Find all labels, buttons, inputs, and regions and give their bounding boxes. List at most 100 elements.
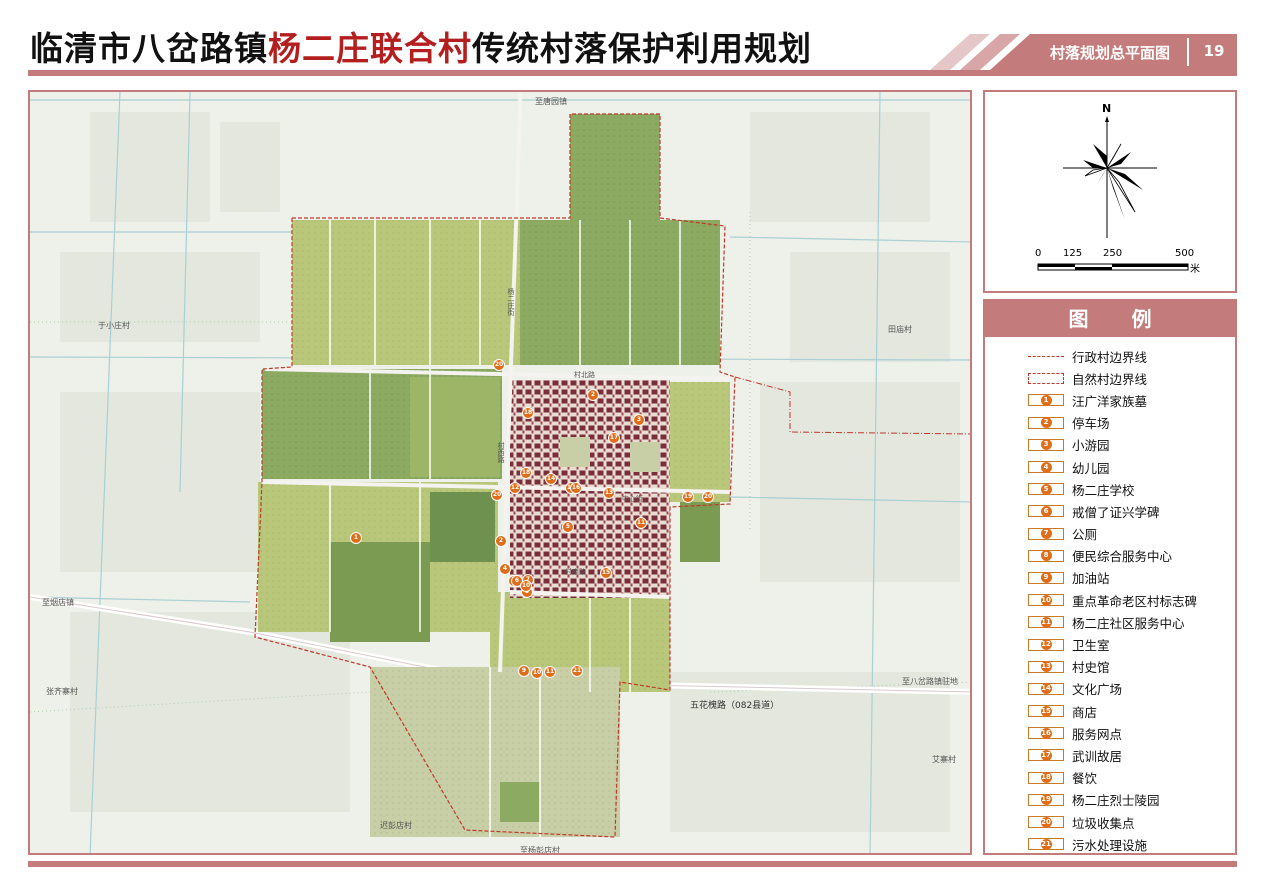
legend-label: 重点革命老区村标志碑 bbox=[1072, 593, 1198, 609]
poi-number: 9 bbox=[1040, 572, 1052, 584]
poi-marker-icon: 8 bbox=[1028, 549, 1064, 562]
poi-marker-icon: 16 bbox=[1028, 727, 1064, 740]
legend-label: 自然村边界线 bbox=[1072, 371, 1148, 387]
poi-marker: 15 bbox=[600, 567, 612, 579]
poi-number: 7 bbox=[1040, 528, 1052, 540]
legend-label: 加油站 bbox=[1072, 571, 1110, 587]
legend-item: 13 村史馆 bbox=[985, 656, 1235, 678]
scale-unit: 米 bbox=[1190, 264, 1200, 275]
poi-marker: 12 bbox=[509, 482, 521, 494]
label-tianmiao: 田庙村 bbox=[888, 325, 912, 334]
poi-marker-icon: 1 bbox=[1028, 394, 1064, 407]
poi-number: 14 bbox=[1040, 683, 1052, 695]
legend-label: 行政村边界线 bbox=[1072, 349, 1148, 365]
poi-marker-icon: 13 bbox=[1028, 660, 1064, 673]
poi-marker: 20 bbox=[491, 489, 503, 501]
legend-item: 行政村边界线 bbox=[985, 345, 1235, 367]
poi-number: 18 bbox=[1040, 772, 1052, 784]
poi-marker-icon: 14 bbox=[1028, 682, 1064, 695]
legend-item: 11 杨二庄社区服务中心 bbox=[985, 611, 1235, 633]
top-divider bbox=[28, 70, 1237, 76]
poi-marker: 18 bbox=[522, 407, 534, 419]
poi-marker: 21 bbox=[571, 665, 583, 677]
legend-label: 幼儿园 bbox=[1072, 460, 1110, 476]
page-number: 19 bbox=[1203, 42, 1225, 60]
bottom-divider bbox=[28, 861, 1237, 867]
legend-title: 图 例 bbox=[985, 301, 1235, 337]
poi-marker-icon: 2 bbox=[1028, 416, 1064, 429]
poi-marker-icon: 10 bbox=[1028, 594, 1064, 607]
label-to-yangpengdian: 至杨彭店村 bbox=[520, 846, 560, 855]
legend-item: 8 便民综合服务中心 bbox=[985, 545, 1235, 567]
legend-label: 垃圾收集点 bbox=[1072, 815, 1135, 831]
legend-item: 15 商店 bbox=[985, 700, 1235, 722]
poi-marker: 20 bbox=[702, 491, 714, 503]
poi-marker-icon: 4 bbox=[1028, 461, 1064, 474]
poi-marker: 10 bbox=[520, 580, 532, 592]
legend-label: 商店 bbox=[1072, 704, 1098, 720]
legend-label: 停车场 bbox=[1072, 416, 1110, 432]
poi-marker: 17 bbox=[608, 432, 620, 444]
legend-item: 7 公厕 bbox=[985, 523, 1235, 545]
label-to-tangyuan: 至唐园镇 bbox=[535, 97, 567, 106]
label-cunxi-road: 村西路 bbox=[497, 442, 505, 463]
legend-label: 便民综合服务中心 bbox=[1072, 549, 1173, 565]
poi-marker: 9 bbox=[518, 665, 530, 677]
poi-number: 11 bbox=[1040, 616, 1052, 628]
legend-item: 2 停车场 bbox=[985, 412, 1235, 434]
poi-marker-icon: 12 bbox=[1028, 638, 1064, 651]
poi-marker: 18 bbox=[520, 467, 532, 479]
legend-label: 公厕 bbox=[1072, 527, 1098, 543]
legend-label: 餐饮 bbox=[1072, 771, 1098, 787]
legend-label: 戒僧了证兴学碑 bbox=[1072, 504, 1160, 520]
poi-marker-icon: 20 bbox=[1028, 816, 1064, 829]
poi-marker-icon: 15 bbox=[1028, 705, 1064, 718]
poi-marker: 2 bbox=[587, 389, 599, 401]
label-to-bachalu: 至八岔路镇驻地 bbox=[902, 677, 958, 686]
legend-item: 21 污水处理设施 bbox=[985, 833, 1235, 855]
legend-item: 20 垃圾收集点 bbox=[985, 811, 1235, 833]
poi-number: 10 bbox=[1040, 594, 1052, 606]
legend-item: 10 重点革命老区村标志碑 bbox=[985, 589, 1235, 611]
sheet-name: 村落规划总平面图 bbox=[1049, 44, 1170, 62]
legend-label: 杨二庄烈士陵园 bbox=[1072, 793, 1160, 809]
poi-number: 1 bbox=[1040, 394, 1052, 406]
poi-marker-icon: 6 bbox=[1028, 505, 1064, 518]
label-cunbei-road: 村北路 bbox=[574, 371, 595, 379]
legend-label: 服务网点 bbox=[1072, 726, 1123, 742]
legend-item: 9 加油站 bbox=[985, 567, 1235, 589]
poi-marker: 10 bbox=[531, 667, 543, 679]
poi-marker-icon: 3 bbox=[1028, 438, 1064, 451]
map-canvas bbox=[30, 92, 970, 853]
poi-number: 2 bbox=[1040, 417, 1052, 429]
poi-number: 8 bbox=[1040, 550, 1052, 562]
poi-number: 3 bbox=[1040, 439, 1052, 451]
compass-panel: N 0 125 250 500 米 bbox=[983, 90, 1237, 293]
label-yuxiaozhuang: 于小庄村 bbox=[98, 321, 130, 330]
poi-number: 6 bbox=[1040, 505, 1052, 517]
poi-marker: 11 bbox=[635, 517, 647, 529]
legend-label: 小游园 bbox=[1072, 438, 1110, 454]
legend-label: 村史馆 bbox=[1072, 660, 1110, 676]
poi-number: 19 bbox=[1040, 794, 1052, 806]
legend-item: 18 餐饮 bbox=[985, 767, 1235, 789]
poi-marker: 14 bbox=[545, 473, 557, 485]
poi-marker: 3 bbox=[633, 414, 645, 426]
label-nan-road: 村南路 bbox=[565, 568, 586, 576]
poi-marker: 20 bbox=[493, 359, 505, 371]
title-highlight: 杨二庄联合村 bbox=[268, 29, 472, 68]
label-to-yandian: 至烟店镇 bbox=[42, 598, 74, 607]
poi-marker: 5 bbox=[562, 521, 574, 533]
poi-marker-icon: 21 bbox=[1028, 838, 1064, 851]
legend-item: 5 杨二庄学校 bbox=[985, 478, 1235, 500]
legend-item: 自然村边界线 bbox=[985, 367, 1235, 389]
poi-marker-icon: 17 bbox=[1028, 749, 1064, 762]
title-suffix: 传统村落保护利用规划 bbox=[472, 29, 812, 68]
legend-label: 卫生室 bbox=[1072, 638, 1110, 654]
poi-number: 20 bbox=[1040, 816, 1052, 828]
label-chipengdian: 迟彭店村 bbox=[380, 821, 412, 830]
label-zhongxin-street: 中心街 bbox=[622, 495, 643, 503]
poi-marker-icon: 7 bbox=[1028, 527, 1064, 540]
legend-list: 行政村边界线 自然村边界线 1 汪广洋家族墓 2 停车场 3 小游园 4 幼儿园 5 杨二庄学校 6 戒僧… bbox=[985, 345, 1235, 855]
legend-item: 1 汪广洋家族墓 bbox=[985, 389, 1235, 411]
